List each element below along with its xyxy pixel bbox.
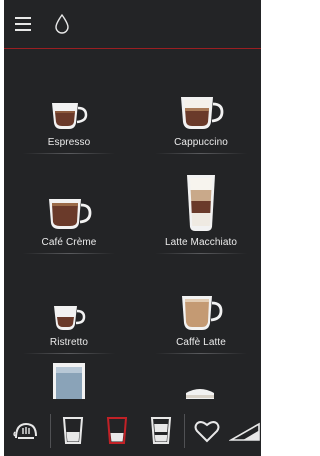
tall-glass-icon (9, 361, 129, 399)
drink-label: Caffè Latte (176, 337, 226, 348)
single-glass-icon (62, 417, 84, 444)
ristretto-cup-icon (9, 261, 129, 333)
glass-selected-icon (106, 417, 128, 444)
drink-tile-ristretto[interactable]: Ristretto (9, 261, 129, 361)
drink-label: Ristretto (49, 337, 89, 348)
drink-label: Espresso (47, 137, 91, 148)
steam-nozzle-icon (13, 422, 37, 439)
favorite-button[interactable] (191, 416, 223, 446)
espresso-cup-icon (9, 61, 129, 133)
hamburger-menu-icon (15, 17, 31, 31)
toolbar-divider (184, 414, 185, 448)
drink-tile-cafe-creme[interactable]: Café Crème (9, 161, 129, 261)
divider-line (155, 253, 247, 254)
coffee-machine-screen: Espresso Cappuccino Café Crème Latte Mac… (4, 0, 261, 456)
cup-top-icon (141, 361, 261, 399)
drink-tile-latte-macchiato[interactable]: Latte Macchiato (141, 161, 261, 261)
cappuccino-cup-icon (141, 61, 261, 133)
drink-grid: Espresso Cappuccino Café Crème Latte Mac… (4, 49, 261, 399)
cafe-creme-cup-icon (9, 161, 129, 233)
water-button[interactable] (54, 13, 70, 35)
drink-label: Latte Macchiato (164, 237, 238, 248)
toolbar-divider (50, 414, 51, 448)
divider-line (155, 353, 247, 354)
water-drop-icon (55, 13, 69, 34)
divider-line (23, 353, 115, 354)
bottom-toolbar (4, 404, 261, 456)
glass-selected-button[interactable] (102, 414, 132, 448)
strength-button[interactable] (229, 418, 261, 444)
drink-tile-partial-right[interactable] (141, 361, 261, 399)
glass-icon (150, 417, 172, 444)
drink-tile-cappuccino[interactable]: Cappuccino (141, 61, 261, 161)
tall-glass-button[interactable] (146, 414, 176, 448)
top-bar (4, 0, 261, 49)
steam-button[interactable] (10, 416, 42, 446)
drink-label: Cappuccino (174, 137, 228, 148)
heart-favorite-icon (194, 421, 220, 443)
drink-tile-partial-left[interactable] (9, 361, 129, 399)
drink-label: Café Crème (41, 237, 97, 248)
drink-tile-caffe-latte[interactable]: Caffè Latte (141, 261, 261, 361)
single-cup-button[interactable] (58, 414, 88, 448)
menu-button[interactable] (14, 14, 34, 34)
caffe-latte-cup-icon (141, 261, 261, 333)
divider-line (155, 153, 247, 154)
divider-line (23, 153, 115, 154)
strength-ramp-icon (229, 422, 260, 441)
latte-macchiato-glass-icon (141, 161, 261, 233)
divider-line (23, 253, 115, 254)
drink-tile-espresso[interactable]: Espresso (9, 61, 129, 161)
